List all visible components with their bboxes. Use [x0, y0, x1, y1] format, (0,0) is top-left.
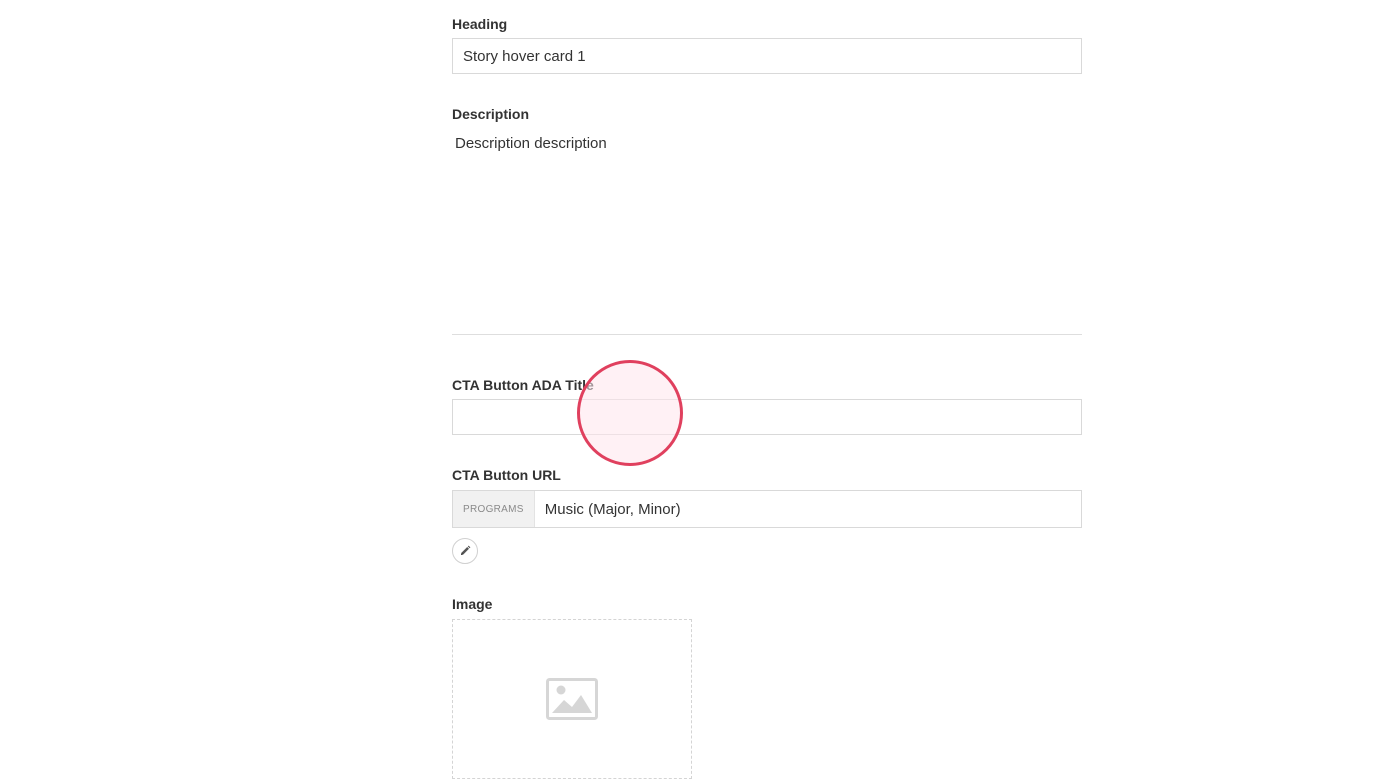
- edit-url-button[interactable]: [452, 538, 478, 564]
- card-edit-form: Heading Description Description descript…: [452, 0, 1082, 779]
- image-label: Image: [452, 596, 493, 612]
- cta-title-input[interactable]: [452, 399, 1082, 435]
- cta-title-label: CTA Button ADA Title: [452, 377, 594, 393]
- description-label: Description: [452, 106, 530, 122]
- url-type-prefix: PROGRAMS: [453, 491, 535, 527]
- pencil-icon: [461, 545, 471, 555]
- description-text: Description description: [455, 135, 607, 152]
- section-divider: [452, 334, 1082, 335]
- heading-input[interactable]: [452, 38, 1082, 74]
- image-placeholder-icon: [546, 678, 598, 720]
- heading-label: Heading: [452, 16, 508, 32]
- image-upload-area[interactable]: [452, 619, 692, 779]
- cta-url-label: CTA Button URL: [452, 467, 561, 483]
- description-editor[interactable]: Description description: [452, 128, 1082, 318]
- cta-url-field[interactable]: PROGRAMS Music (Major, Minor): [452, 490, 1082, 528]
- url-value: Music (Major, Minor): [544, 500, 681, 518]
